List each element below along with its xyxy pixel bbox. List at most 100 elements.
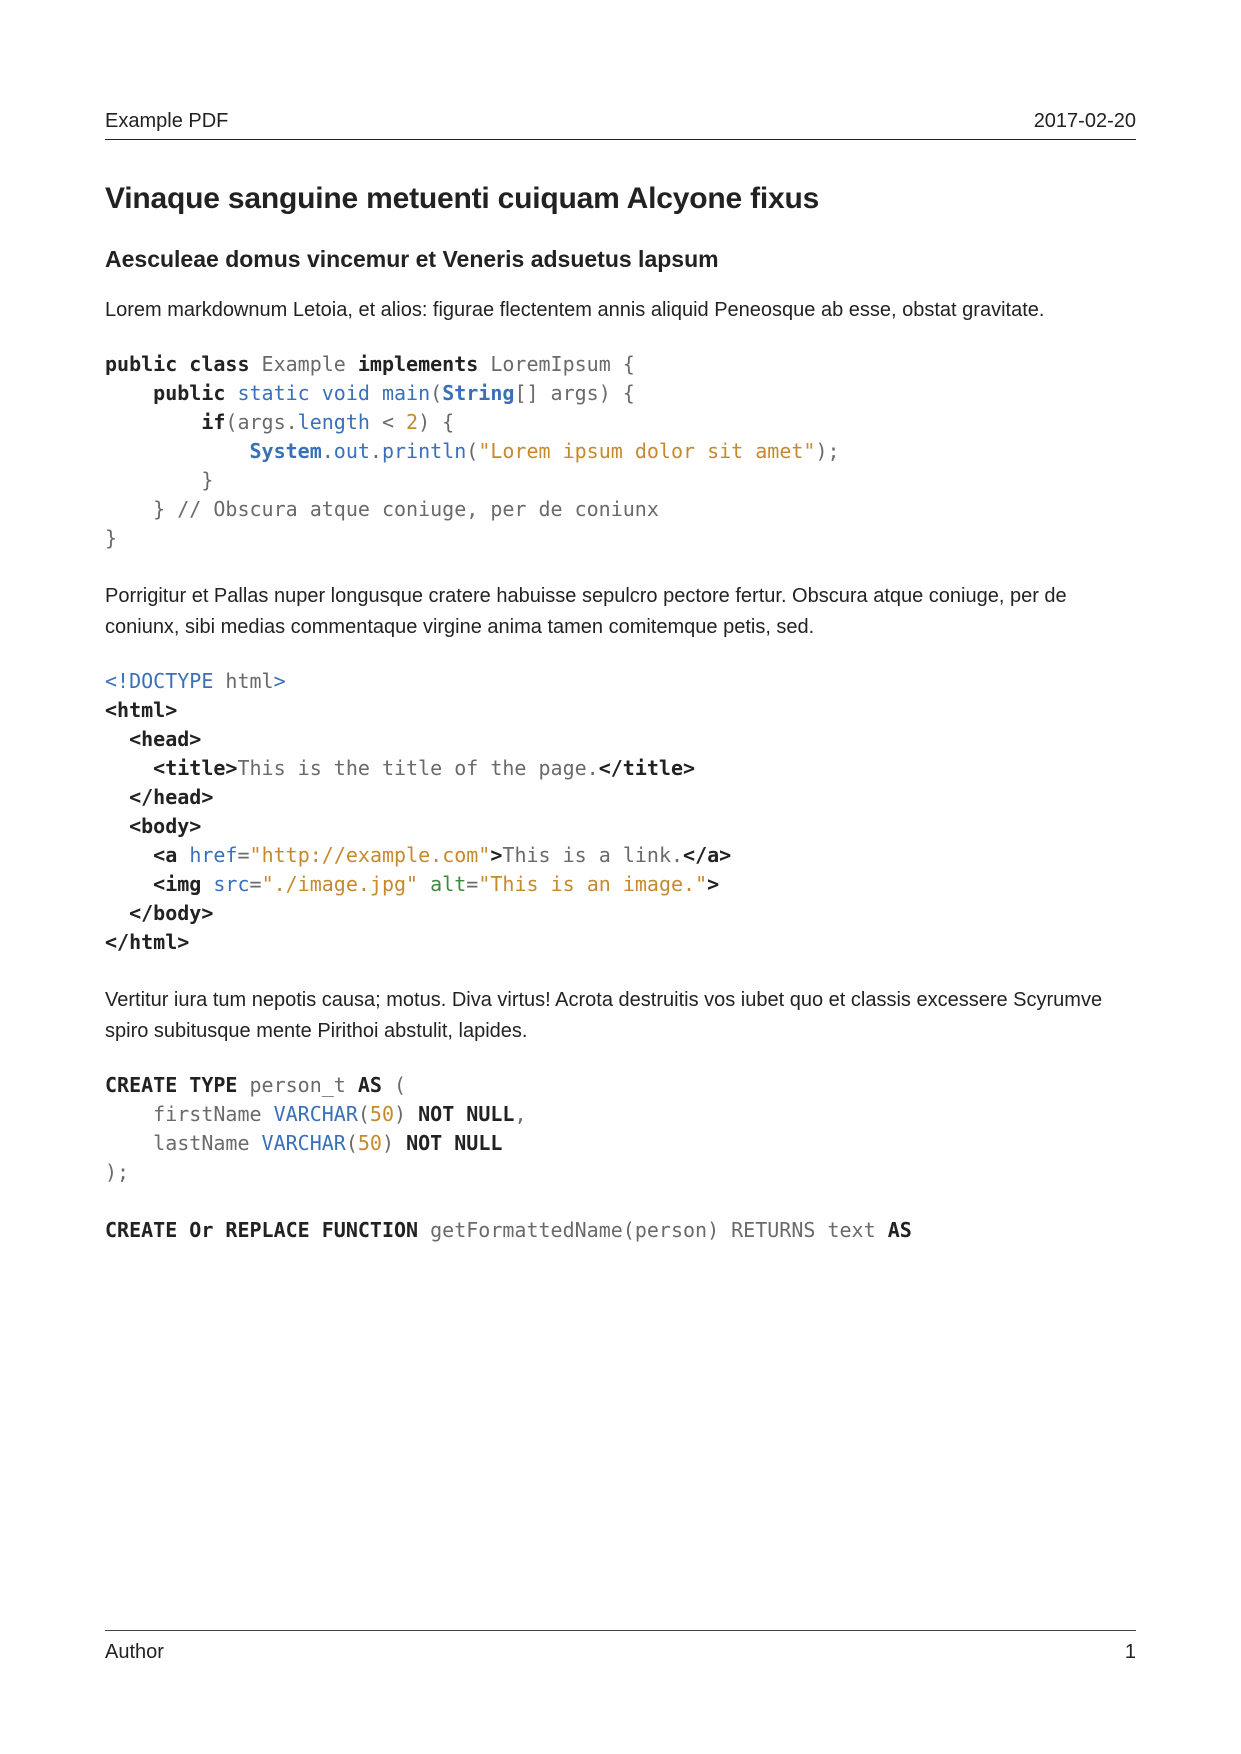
- code-token: );: [815, 439, 839, 463]
- code-token: 50: [358, 1131, 382, 1155]
- code-token: [105, 381, 153, 405]
- code-token: Example: [250, 352, 358, 376]
- code-token: <a: [153, 843, 177, 867]
- code-token: );: [105, 1160, 129, 1184]
- code-block-html: <!DOCTYPE html> <html> <head> <title>Thi…: [105, 667, 1136, 957]
- paragraph-2: Porrigitur et Pallas nuper longusque cra…: [105, 581, 1136, 643]
- code-token: static void: [237, 381, 369, 405]
- code-token: ): [382, 1131, 406, 1155]
- code-token: // Obscura atque coniuge, per de coniunx: [177, 497, 659, 521]
- code-token: (: [346, 1131, 358, 1155]
- code-token: =: [237, 843, 249, 867]
- code-token: }: [105, 497, 177, 521]
- code-token: [201, 872, 213, 896]
- code-token: [105, 901, 129, 925]
- code-token: 50: [370, 1102, 394, 1126]
- code-token: =: [250, 872, 262, 896]
- code-token: NOT NULL: [406, 1131, 502, 1155]
- code-token: }: [105, 526, 117, 550]
- code-token: 2: [406, 410, 418, 434]
- heading-1: Vinaque sanguine metuenti cuiquam Alcyon…: [105, 182, 1136, 216]
- code-token: ,: [514, 1102, 526, 1126]
- code-token: .: [370, 439, 382, 463]
- code-token: <: [370, 410, 406, 434]
- code-token: String: [442, 381, 514, 405]
- code-token: out: [334, 439, 370, 463]
- code-token: length: [298, 410, 370, 434]
- code-token: "This is an image.": [478, 872, 707, 896]
- code-token: src: [213, 872, 249, 896]
- code-token: >: [707, 872, 719, 896]
- code-token: This is the title of the page.: [237, 756, 598, 780]
- heading-2: Aesculeae domus vincemur et Veneris adsu…: [105, 246, 1136, 273]
- page-footer: Author 1: [105, 1630, 1136, 1664]
- code-token: lastName: [105, 1131, 262, 1155]
- code-token: This is a link.: [502, 843, 683, 867]
- code-token: ): [394, 1102, 418, 1126]
- code-token: public class: [105, 352, 250, 376]
- code-token: [105, 410, 201, 434]
- code-token: System: [250, 439, 322, 463]
- code-token: (args.: [225, 410, 297, 434]
- code-token: getFormattedName(person) RETURNS text: [418, 1218, 888, 1242]
- code-token: implements: [358, 352, 478, 376]
- code-token: VARCHAR: [262, 1131, 346, 1155]
- header-date: 2017-02-20: [1034, 110, 1136, 133]
- code-token: [370, 381, 382, 405]
- code-token: </title>: [599, 756, 695, 780]
- paragraph-3: Vertitur iura tum nepotis causa; motus. …: [105, 985, 1136, 1047]
- code-token: if: [201, 410, 225, 434]
- code-token: "Lorem ipsum dolor sit amet": [478, 439, 815, 463]
- code-token: <html>: [105, 698, 177, 722]
- code-token: =: [466, 872, 478, 896]
- header-left: Example PDF: [105, 110, 228, 133]
- code-token: (: [358, 1102, 370, 1126]
- code-token: >: [490, 843, 502, 867]
- code-token: "http://example.com": [250, 843, 491, 867]
- code-token: public: [153, 381, 225, 405]
- code-token: NOT NULL: [418, 1102, 514, 1126]
- code-token: [105, 756, 153, 780]
- code-block-java: public class Example implements LoremIps…: [105, 350, 1136, 553]
- code-token: <head>: [129, 727, 201, 751]
- page-header: Example PDF 2017-02-20: [105, 110, 1136, 140]
- code-token: [] args) {: [514, 381, 634, 405]
- code-token: .: [322, 439, 334, 463]
- footer-author: Author: [105, 1641, 164, 1664]
- code-token: </html>: [105, 930, 189, 954]
- code-token: println: [382, 439, 466, 463]
- code-token: </a>: [683, 843, 731, 867]
- code-token: AS: [888, 1218, 912, 1242]
- code-token: <title>: [153, 756, 237, 780]
- code-token: [105, 843, 153, 867]
- code-token: [418, 872, 430, 896]
- code-token: "./image.jpg": [262, 872, 419, 896]
- code-token: person_t: [237, 1073, 357, 1097]
- code-token: CREATE Or REPLACE FUNCTION: [105, 1218, 418, 1242]
- code-token: <img: [153, 872, 201, 896]
- code-token: (: [466, 439, 478, 463]
- code-token: alt: [430, 872, 466, 896]
- code-token: [105, 814, 129, 838]
- code-token: [225, 381, 237, 405]
- code-token: [105, 872, 153, 896]
- code-token: VARCHAR: [274, 1102, 358, 1126]
- code-block-sql: CREATE TYPE person_t AS ( firstName VARC…: [105, 1071, 1136, 1245]
- paragraph-1: Lorem markdownum Letoia, et alios: figur…: [105, 295, 1136, 326]
- code-token: (: [430, 381, 442, 405]
- code-token: [105, 727, 129, 751]
- code-token: }: [105, 468, 213, 492]
- code-token: CREATE TYPE: [105, 1073, 237, 1097]
- code-token: (: [382, 1073, 406, 1097]
- code-token: href: [189, 843, 237, 867]
- code-token: main: [382, 381, 430, 405]
- code-token: firstName: [105, 1102, 274, 1126]
- footer-page-number: 1: [1125, 1641, 1136, 1664]
- code-token: <!DOCTYPE: [105, 669, 213, 693]
- code-token: html: [213, 669, 273, 693]
- code-token: [177, 843, 189, 867]
- code-token: LoremIpsum {: [478, 352, 635, 376]
- code-token: AS: [358, 1073, 382, 1097]
- code-token: [105, 785, 129, 809]
- code-token: [105, 439, 250, 463]
